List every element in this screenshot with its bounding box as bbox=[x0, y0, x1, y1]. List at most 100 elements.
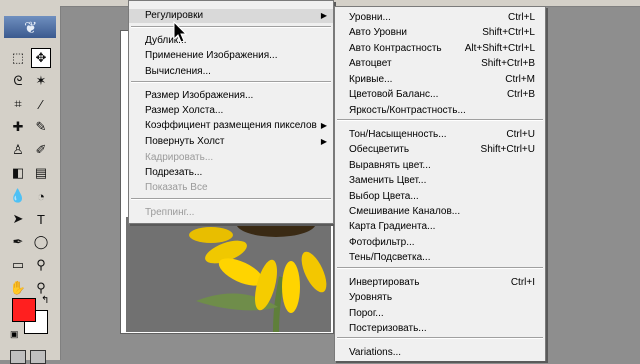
adjustments-menu-item[interactable]: Фотофильтр... bbox=[335, 235, 545, 250]
adjustments-menu-item[interactable]: Обесцветить Shift+Ctrl+U bbox=[335, 142, 545, 157]
adjustments-menu-item[interactable]: Автоцвет Shift+Ctrl+B bbox=[335, 56, 545, 71]
hand-icon[interactable]: ✋ bbox=[8, 278, 28, 298]
default-colors-icon[interactable]: ▣ bbox=[10, 329, 19, 340]
adjustments-menu-item[interactable]: Авто Уровни Shift+Ctrl+L bbox=[335, 25, 545, 40]
menu-item-label: Выбор Цвета... bbox=[349, 191, 419, 202]
menu-item-label: Размер Изображения... bbox=[145, 90, 254, 101]
adjustments-menu-item[interactable]: Яркость/Контрастность... bbox=[335, 103, 545, 118]
menu-item-shortcut: Ctrl+M bbox=[505, 74, 535, 85]
menu-separator bbox=[337, 119, 543, 121]
menu-item-label: Кривые... bbox=[349, 74, 393, 85]
image-menu-item[interactable]: Повернуть Холст ▶ bbox=[129, 135, 333, 149]
history-brush-icon[interactable]: ✐ bbox=[31, 140, 51, 160]
pen-icon[interactable]: ✒ bbox=[8, 232, 28, 252]
menu-item-label: Применение Изображения... bbox=[145, 50, 278, 61]
menu-separator bbox=[131, 81, 331, 83]
slice-icon[interactable]: ∕ bbox=[31, 94, 51, 114]
move-icon[interactable]: ✥ bbox=[31, 48, 51, 68]
menu-item-label: Карта Градиента... bbox=[349, 221, 436, 232]
menu-item-label: Автоцвет bbox=[349, 58, 392, 69]
adjustments-menu-item[interactable]: Variations... bbox=[335, 345, 545, 360]
adjustments-submenu: Уровни... Ctrl+L Авто Уровни Shift+Ctrl+L Ав… bbox=[334, 6, 546, 361]
brush-icon[interactable]: ✎ bbox=[31, 117, 51, 137]
menu-item-label: Авто Контрастность bbox=[349, 43, 442, 54]
quick-mask-button[interactable] bbox=[30, 350, 46, 364]
shape-icon[interactable]: ◯ bbox=[31, 232, 51, 252]
adjustments-menu-item[interactable]: Выравнять цвет... bbox=[335, 158, 545, 173]
image-menu: Регулировки ▶ Дублик... Применение Изображе… bbox=[128, 0, 334, 224]
adjustments-menu-item[interactable]: Цветовой Баланс... Ctrl+B bbox=[335, 87, 545, 102]
menu-item-label: Подрезать... bbox=[145, 167, 203, 178]
menu-item-label: Вычисления... bbox=[145, 66, 211, 77]
image-menu-item[interactable]: Подрезать... bbox=[129, 166, 333, 180]
menu-item-label: Порог... bbox=[349, 308, 384, 319]
eyedropper-icon[interactable]: ⚲ bbox=[31, 255, 51, 275]
image-menu-item[interactable]: Применение Изображения... bbox=[129, 49, 333, 63]
adjustments-menu-item[interactable]: Авто Контрастность Alt+Shift+Ctrl+L bbox=[335, 41, 545, 56]
clone-stamp-icon[interactable]: ♙ bbox=[8, 140, 28, 160]
menu-item-label: Обесцветить bbox=[349, 144, 410, 155]
magic-wand-icon[interactable]: ✶ bbox=[31, 71, 51, 91]
menu-item-shortcut: Ctrl+U bbox=[506, 129, 535, 140]
marquee-icon[interactable]: ⬚ bbox=[8, 48, 28, 68]
adjustments-menu-item[interactable]: Смешивание Каналов... bbox=[335, 204, 545, 219]
adjustments-menu-item[interactable]: Уровнять bbox=[335, 290, 545, 305]
submenu-arrow-icon: ▶ bbox=[320, 137, 327, 146]
gradient-icon[interactable]: ▤ bbox=[31, 163, 51, 183]
submenu-arrow-icon: ▶ bbox=[320, 121, 327, 130]
menu-item-label: Кадрировать... bbox=[145, 152, 214, 163]
menu-item-label: Уровнять bbox=[349, 292, 393, 303]
image-menu-item[interactable]: Вычисления... bbox=[129, 65, 333, 79]
menu-separator bbox=[337, 267, 543, 269]
adjustments-menu-item[interactable]: Тень/Подсветка... bbox=[335, 250, 545, 265]
standard-mode-button[interactable] bbox=[10, 350, 26, 364]
submenu-arrow-icon: ▶ bbox=[320, 11, 327, 20]
swap-colors-icon[interactable]: ↰ bbox=[41, 295, 49, 306]
menu-item-shortcut: Ctrl+L bbox=[508, 12, 535, 23]
type-icon[interactable]: T bbox=[31, 209, 51, 229]
menu-item-label: Тень/Подсветка... bbox=[349, 252, 431, 263]
blur-icon[interactable]: 💧 bbox=[8, 186, 28, 206]
foreground-color-swatch[interactable] bbox=[12, 298, 36, 322]
dodge-icon[interactable]: ◔ bbox=[31, 186, 51, 206]
menu-item-label: Цветовой Баланс... bbox=[349, 89, 439, 100]
menu-item-label: Показать Все bbox=[145, 182, 208, 193]
healing-brush-icon[interactable]: ✚ bbox=[8, 117, 28, 137]
image-menu-item[interactable]: Показать Все bbox=[129, 181, 333, 195]
adjustments-menu-item[interactable]: Тон/Насыщенность... Ctrl+U bbox=[335, 127, 545, 142]
adjustments-menu-item[interactable]: Кривые... Ctrl+M bbox=[335, 72, 545, 87]
image-menu-item[interactable]: Дублик... bbox=[129, 34, 333, 48]
image-menu-item[interactable]: Регулировки ▶ bbox=[129, 9, 333, 23]
menu-item-shortcut: Ctrl+B bbox=[506, 89, 535, 100]
adjustments-menu-item[interactable]: Постеризовать... bbox=[335, 321, 545, 336]
menu-item-label: Яркость/Контрастность... bbox=[349, 105, 466, 116]
adjustments-menu-item[interactable]: Уровни... Ctrl+L bbox=[335, 10, 545, 25]
path-selection-icon[interactable]: ➤ bbox=[8, 209, 28, 229]
menu-item-label: Фотофильтр... bbox=[349, 237, 415, 248]
image-menu-item[interactable]: Коэффициент размещения пикселов ▶ bbox=[129, 119, 333, 133]
menu-separator bbox=[337, 337, 543, 339]
toolbox-header-logo: ❦ bbox=[4, 16, 56, 38]
lasso-icon[interactable]: ᘓ bbox=[8, 71, 28, 91]
image-menu-item[interactable]: Треппинг... bbox=[129, 206, 333, 220]
menu-item-label: Выравнять цвет... bbox=[349, 160, 431, 171]
feather-icon: ❦ bbox=[24, 20, 38, 37]
menu-separator bbox=[131, 198, 331, 200]
menu-item-shortcut: Shift+Ctrl+U bbox=[480, 144, 535, 155]
image-menu-item[interactable]: Кадрировать... bbox=[129, 151, 333, 165]
adjustments-menu-item[interactable]: Инвертировать Ctrl+I bbox=[335, 275, 545, 290]
menu-item-label: Коэффициент размещения пикселов bbox=[145, 120, 317, 131]
notes-icon[interactable]: ▭ bbox=[8, 255, 28, 275]
menu-item-label: Заменить Цвет... bbox=[349, 175, 427, 186]
eraser-icon[interactable]: ◧ bbox=[8, 163, 28, 183]
adjustments-menu-item[interactable]: Карта Градиента... bbox=[335, 219, 545, 234]
adjustments-menu-item[interactable]: Порог... bbox=[335, 306, 545, 321]
menu-item-label: Уровни... bbox=[349, 12, 391, 23]
menu-item-label: Треппинг... bbox=[145, 207, 195, 218]
image-menu-item[interactable]: Размер Холста... bbox=[129, 104, 333, 118]
image-menu-item[interactable]: Размер Изображения... bbox=[129, 89, 333, 103]
crop-icon[interactable]: ⌗ bbox=[8, 94, 28, 114]
menu-item-label: Постеризовать... bbox=[349, 323, 427, 334]
adjustments-menu-item[interactable]: Выбор Цвета... bbox=[335, 189, 545, 204]
adjustments-menu-item[interactable]: Заменить Цвет... bbox=[335, 173, 545, 188]
